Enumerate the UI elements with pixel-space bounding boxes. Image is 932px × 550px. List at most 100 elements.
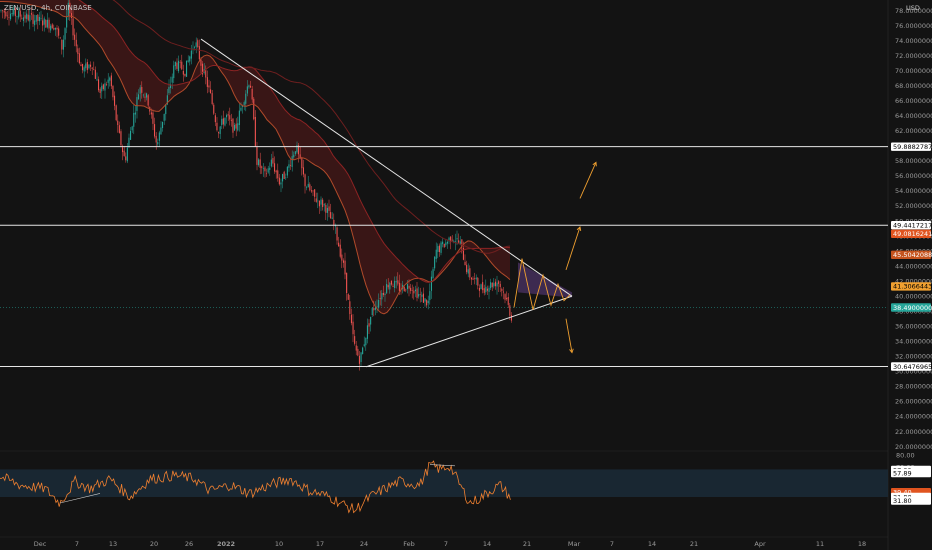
candle-body	[426, 300, 428, 306]
candle-body	[507, 297, 509, 305]
time-tick-label: Mar	[568, 540, 581, 548]
candle-body	[254, 117, 256, 147]
candle-body	[293, 154, 295, 158]
candle-body	[304, 174, 306, 187]
rsi-tag: 31.80	[891, 496, 931, 505]
candle-body	[123, 150, 125, 157]
price-tick-label: 32.00000000	[895, 353, 932, 361]
candle-body	[387, 285, 389, 288]
candle-body	[341, 254, 343, 261]
candle-body	[174, 62, 176, 67]
candle-body	[162, 121, 164, 128]
candle-body	[322, 199, 324, 207]
candle-body	[246, 86, 248, 94]
candle-body	[230, 119, 232, 121]
candle-body	[136, 97, 138, 111]
candle-body	[339, 244, 341, 257]
candle-body	[117, 120, 119, 125]
price-tag: 49.08162414	[891, 229, 932, 238]
candle-body	[197, 40, 199, 47]
candle-body	[91, 67, 93, 69]
candle-body	[349, 301, 351, 315]
candle-body	[152, 112, 154, 124]
candle-body	[181, 61, 183, 70]
candle-body	[134, 112, 136, 115]
tag-text: 38.49000000	[893, 304, 932, 312]
time-tick-label: 14	[648, 540, 656, 548]
candle-body	[435, 249, 437, 259]
price-tick-label: 58.00000000	[895, 157, 932, 165]
candle-body	[237, 123, 239, 131]
tag-text: 41.30664431	[893, 283, 932, 291]
candle-body	[59, 37, 61, 39]
candle-body	[190, 50, 192, 59]
candle-body	[318, 200, 320, 207]
candle-body	[238, 110, 240, 125]
candle-body	[312, 190, 314, 192]
candle-body	[266, 173, 268, 175]
candle-body	[509, 305, 511, 316]
time-tick-label: Feb	[403, 540, 415, 548]
candle-body	[494, 281, 496, 287]
candle-body	[86, 62, 88, 70]
time-tick-label: 7	[444, 540, 448, 548]
time-tick-label: 13	[109, 540, 117, 548]
candle-body	[221, 118, 223, 125]
price-tick-label: 20.00000000	[895, 443, 932, 451]
candle-body	[486, 288, 488, 291]
candle-body	[390, 281, 392, 285]
candle-body	[211, 93, 213, 105]
price-tick-label: 72.00000000	[895, 52, 932, 60]
candle-body	[189, 56, 191, 62]
candle-body	[360, 352, 362, 362]
candle-body	[118, 125, 120, 133]
candle-body	[0, 10, 2, 11]
candle-body	[347, 294, 349, 300]
tag-text: 31.80	[893, 497, 912, 505]
price-tick-label: 56.00000000	[895, 172, 932, 180]
candle-body	[480, 284, 482, 290]
time-tick-label: 7	[75, 540, 79, 548]
candle-body	[416, 288, 418, 298]
candle-body	[50, 25, 52, 31]
candle-body	[482, 282, 484, 291]
candle-body	[405, 289, 407, 291]
candle-body	[186, 60, 188, 77]
candle-body	[338, 242, 340, 247]
price-tag: 30.64769656	[891, 362, 932, 371]
price-tick-label: 74.00000000	[895, 37, 932, 45]
candle-body	[440, 242, 442, 253]
candle-body	[264, 167, 266, 172]
symbol-title[interactable]: ZEN/USD, 4h, COINBASE	[4, 4, 92, 12]
candle-body	[198, 46, 200, 60]
candle-body	[282, 174, 284, 182]
candle-body	[72, 18, 74, 36]
candle-body	[16, 16, 18, 17]
candle-body	[18, 11, 20, 18]
candle-body	[363, 344, 365, 347]
candle-body	[475, 277, 477, 280]
candle-body	[310, 190, 312, 192]
chart-canvas[interactable]: 78.0000000076.0000000074.0000000072.0000…	[0, 0, 932, 550]
candle-body	[418, 294, 420, 297]
candle-body	[314, 189, 316, 197]
price-tick-label: 36.00000000	[895, 323, 932, 331]
candle-body	[130, 130, 132, 140]
candle-body	[443, 243, 445, 248]
candle-body	[46, 19, 48, 28]
candle-body	[408, 285, 410, 289]
candle-body	[40, 18, 42, 19]
time-tick-label: 20	[150, 540, 158, 548]
price-tick-label: 22.00000000	[895, 428, 932, 436]
candle-body	[278, 177, 280, 185]
candle-body	[99, 89, 101, 93]
candle-body	[422, 293, 424, 303]
candle-body	[342, 260, 344, 263]
candle-body	[8, 17, 10, 18]
candle-body	[53, 28, 55, 30]
candle-body	[333, 219, 335, 225]
candle-body	[370, 316, 372, 325]
candle-body	[432, 269, 434, 279]
candle-body	[64, 28, 66, 40]
candle-body	[222, 118, 224, 125]
